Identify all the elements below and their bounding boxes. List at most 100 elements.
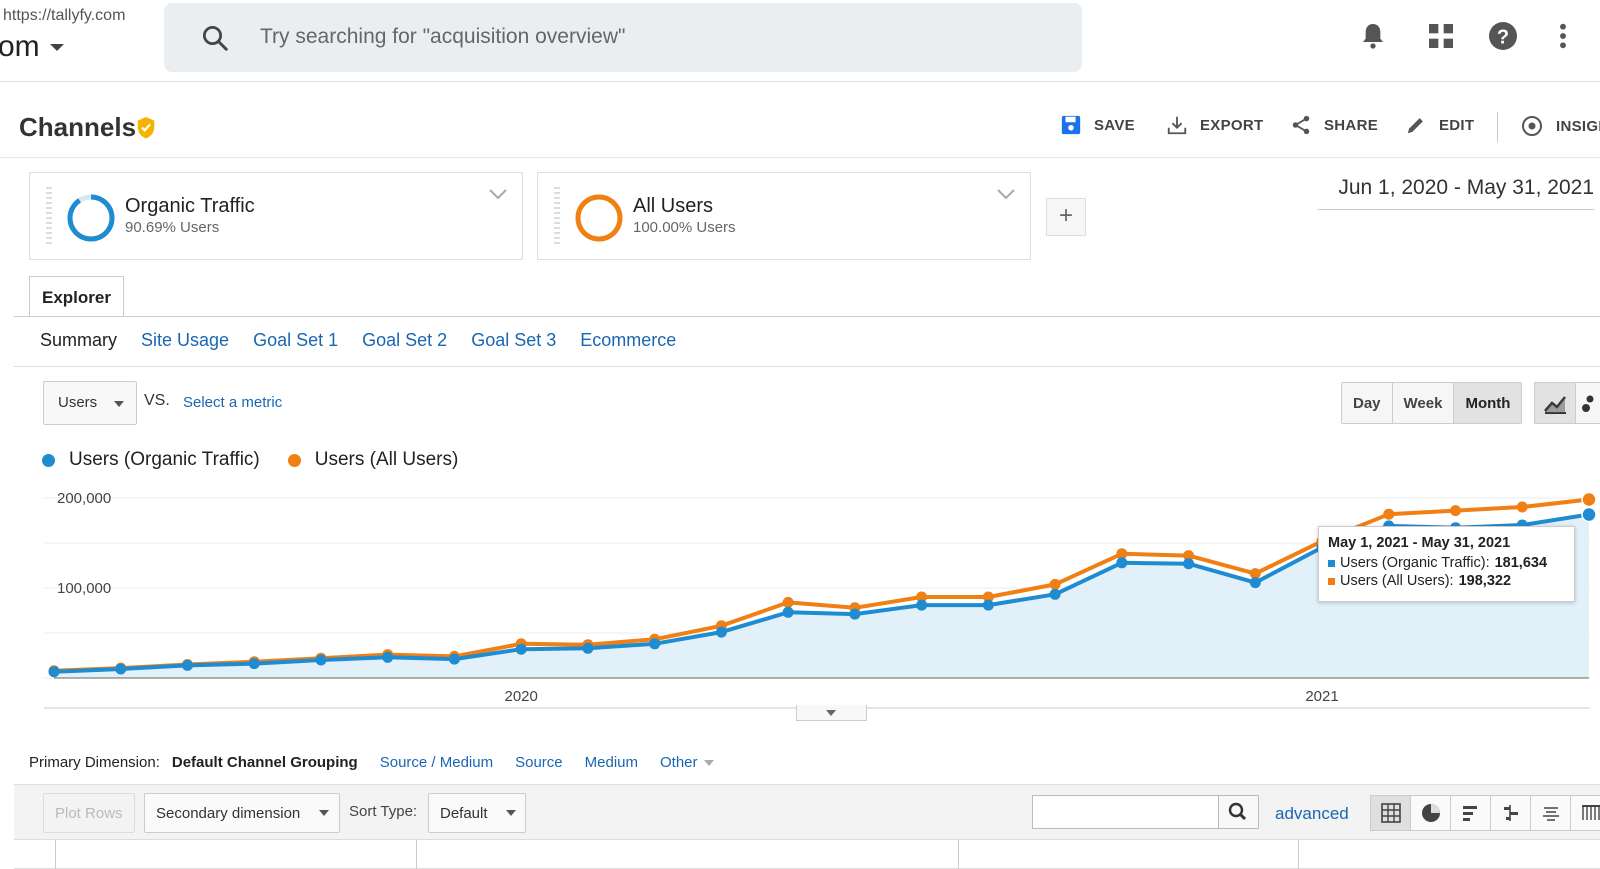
tab-divider: [14, 316, 1600, 317]
tab-explorer[interactable]: Explorer: [29, 276, 124, 317]
segment-ring-icon: [67, 194, 115, 242]
dimension-current: Default Channel Grouping: [171, 754, 358, 771]
drag-handle-icon[interactable]: [46, 187, 52, 247]
insights-button[interactable]: INSIGHTS: [1520, 114, 1600, 138]
segment-card-organic[interactable]: Organic Traffic 90.69% Users: [29, 172, 523, 260]
legend-dot: [287, 453, 301, 467]
subtab-goal-set-3[interactable]: Goal Set 3: [471, 330, 556, 351]
help-icon[interactable]: ?: [1487, 20, 1519, 52]
view-pie-button[interactable]: [1411, 796, 1451, 830]
date-range-picker[interactable]: Jun 1, 2020 - May 31, 2021: [1318, 176, 1594, 210]
account-selector[interactable]: om: [0, 30, 40, 64]
organic-data-point: [1183, 558, 1195, 570]
granularity-month-button[interactable]: Month: [1454, 383, 1522, 423]
save-button[interactable]: SAVE: [1060, 114, 1135, 136]
edit-button[interactable]: EDIT: [1405, 114, 1474, 136]
subtab-site-usage[interactable]: Site Usage: [141, 330, 229, 351]
vs-label: VS.: [144, 392, 170, 409]
tooltip-value: 181,634: [1494, 555, 1548, 571]
y-tick-label: 100,000: [57, 580, 111, 597]
search-bar[interactable]: [164, 3, 1082, 72]
view-bar-button[interactable]: [1451, 796, 1491, 830]
granularity-day-button[interactable]: Day: [1342, 383, 1393, 423]
chevron-down-icon[interactable]: [996, 187, 1016, 201]
organic-data-point: [382, 651, 394, 663]
caret-down-icon: [826, 710, 836, 716]
drag-handle-icon[interactable]: [554, 187, 560, 247]
organic-data-point: [48, 666, 60, 678]
plot-rows-button[interactable]: Plot Rows: [43, 793, 135, 833]
organic-data-point: [849, 608, 861, 620]
x-tick-label: 2020: [504, 688, 537, 705]
collapse-chart-button[interactable]: [796, 705, 867, 721]
subtab-summary[interactable]: Summary: [40, 330, 117, 351]
legend-label: Users (All Users): [314, 449, 459, 470]
chart-legend: Users (Organic Traffic) Users (All Users…: [42, 449, 458, 471]
advanced-filter-link[interactable]: advanced: [1275, 804, 1349, 824]
dimension-source[interactable]: Source: [515, 754, 563, 771]
motion-chart-button[interactable]: [1576, 382, 1600, 424]
table-search-button[interactable]: [1219, 795, 1259, 829]
export-label: EXPORT: [1200, 116, 1264, 134]
all-users-data-point: [1516, 501, 1528, 513]
legend-label: Users (Organic Traffic): [69, 449, 260, 470]
page-title: Channels: [19, 112, 137, 142]
table-search-input[interactable]: [1032, 795, 1219, 829]
line-chart-button[interactable]: [1534, 382, 1576, 424]
view-pivot-button[interactable]: [1571, 796, 1600, 830]
view-term-cloud-button[interactable]: [1531, 796, 1571, 830]
more-vert-icon[interactable]: [1547, 20, 1579, 52]
add-segment-button[interactable]: +: [1046, 198, 1086, 236]
caret-down-icon: [114, 401, 124, 407]
subtab-ecommerce[interactable]: Ecommerce: [580, 330, 676, 351]
explorer-subtabs: Summary Site Usage Goal Set 1 Goal Set 2…: [40, 330, 676, 351]
y-tick-label: 200,000: [57, 490, 111, 507]
bell-icon[interactable]: [1357, 20, 1389, 52]
organic-data-point: [916, 599, 928, 611]
select-metric-link[interactable]: Select a metric: [183, 394, 282, 411]
caret-down-icon: [703, 759, 714, 766]
apps-grid-icon[interactable]: [1425, 20, 1457, 52]
view-table-button[interactable]: [1371, 796, 1411, 830]
granularity-week-button[interactable]: Week: [1392, 383, 1455, 423]
secondary-dimension-label: Secondary dimension: [156, 805, 301, 822]
segment-card-all-users[interactable]: All Users 100.00% Users: [537, 172, 1031, 260]
subtab-goal-set-2[interactable]: Goal Set 2: [362, 330, 447, 351]
table-view-switcher: [1370, 795, 1600, 831]
metric-dropdown[interactable]: Users: [43, 381, 137, 425]
dimension-medium[interactable]: Medium: [585, 754, 638, 771]
edit-label: EDIT: [1439, 116, 1475, 134]
search-input[interactable]: [260, 21, 1040, 53]
organic-data-point: [1249, 577, 1261, 589]
organic-data-point: [515, 643, 527, 655]
view-comparison-button[interactable]: [1491, 796, 1531, 830]
sort-type-dropdown[interactable]: Default: [428, 793, 526, 833]
all-users-data-point: [1450, 505, 1462, 517]
subtab-goal-set-1[interactable]: Goal Set 1: [253, 330, 338, 351]
account-caret-icon[interactable]: [50, 44, 64, 51]
primary-dimension-bar: Primary Dimension: Default Channel Group…: [29, 754, 714, 771]
sort-type-value: Default: [440, 805, 488, 822]
segment-name: All Users: [633, 195, 714, 217]
chevron-down-icon[interactable]: [488, 187, 508, 201]
dimension-other-dropdown[interactable]: Other: [660, 754, 714, 771]
tooltip-swatch: [1328, 559, 1335, 567]
share-icon: [1292, 115, 1310, 135]
organic-data-point: [715, 626, 727, 638]
export-button[interactable]: EXPORT: [1166, 114, 1263, 136]
organic-data-point: [181, 659, 193, 671]
secondary-dimension-dropdown[interactable]: Secondary dimension: [144, 793, 340, 833]
caret-down-icon: [506, 810, 516, 816]
table-column-divider: [958, 840, 959, 869]
table-column-divider: [416, 840, 417, 869]
organic-data-point: [649, 638, 661, 650]
organic-data-point: [782, 606, 794, 618]
tooltip-row-all-users: Users (All Users): 198,322: [1328, 573, 1565, 589]
segment-name: Organic Traffic: [125, 195, 255, 217]
sort-type-label: Sort Type:: [349, 803, 418, 820]
all-users-data-point: [782, 596, 794, 608]
pencil-icon: [1407, 118, 1423, 134]
tooltip-swatch: [1328, 577, 1335, 585]
dimension-source-medium[interactable]: Source / Medium: [380, 754, 493, 771]
share-button[interactable]: SHARE: [1290, 114, 1378, 136]
